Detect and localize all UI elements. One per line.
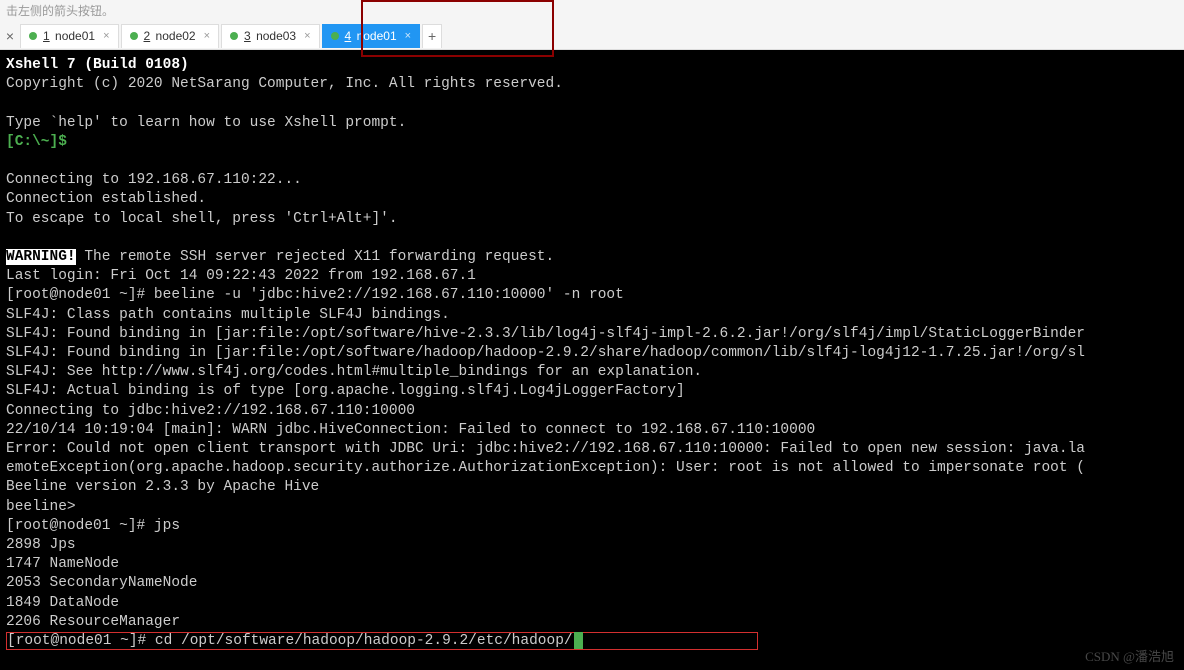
term-prompt: [C:\~]$: [6, 134, 76, 150]
close-tab-icon[interactable]: ×: [405, 30, 411, 42]
close-tab-icon[interactable]: ×: [204, 30, 210, 42]
hint-text: 击左侧的箭头按钮。: [0, 0, 1184, 22]
term-line: 2053 SecondaryNameNode: [6, 575, 197, 591]
term-line: SLF4J: See http://www.slf4j.org/codes.ht…: [6, 364, 702, 380]
term-line: Connecting to jdbc:hive2://192.168.67.11…: [6, 403, 415, 419]
term-line: 22/10/14 10:19:04 [main]: WARN jdbc.Hive…: [6, 422, 815, 438]
cursor-icon: [574, 632, 583, 649]
terminal-output[interactable]: Xshell 7 (Build 0108) Copyright (c) 2020…: [0, 50, 1184, 670]
status-dot-icon: [230, 32, 238, 40]
tab-label: node02: [156, 29, 196, 43]
tab-number: 3: [244, 29, 251, 43]
term-line: Copyright (c) 2020 NetSarang Computer, I…: [6, 76, 563, 92]
term-line: SLF4J: Class path contains multiple SLF4…: [6, 307, 450, 323]
tab-label: node01: [357, 29, 397, 43]
term-line: SLF4J: Found binding in [jar:file:/opt/s…: [6, 326, 1085, 342]
term-line: Error: Could not open client transport w…: [6, 441, 1085, 457]
term-line: Beeline version 2.3.3 by Apache Hive: [6, 479, 319, 495]
tab-3-node03[interactable]: 3 node03 ×: [221, 24, 320, 48]
term-warning: WARNING!: [6, 249, 76, 265]
term-line: 2898 Jps: [6, 537, 76, 553]
term-line: The remote SSH server rejected X11 forwa…: [76, 249, 555, 265]
tab-bar: × 1 node01 × 2 node02 × 3 node03 × 4 nod…: [0, 22, 1184, 50]
status-dot-icon: [331, 32, 339, 40]
tab-label: node03: [256, 29, 296, 43]
term-highlighted-command: [root@node01 ~]# cd /opt/software/hadoop…: [6, 632, 758, 650]
term-line: Xshell 7 (Build 0108): [6, 57, 189, 73]
status-dot-icon: [130, 32, 138, 40]
term-line: beeline>: [6, 499, 84, 515]
add-tab-button[interactable]: +: [422, 24, 442, 48]
watermark: CSDN @潘浩旭: [1085, 647, 1174, 666]
term-line: [root@node01 ~]# jps: [6, 518, 180, 534]
term-line: 1849 DataNode: [6, 595, 119, 611]
term-line: SLF4J: Found binding in [jar:file:/opt/s…: [6, 345, 1085, 361]
term-line: Connecting to 192.168.67.110:22...: [6, 172, 302, 188]
term-line: Type `help' to learn how to use Xshell p…: [6, 115, 406, 131]
tab-number: 1: [43, 29, 50, 43]
term-line: SLF4J: Actual binding is of type [org.ap…: [6, 383, 685, 399]
term-line: 1747 NameNode: [6, 556, 119, 572]
close-tab-icon[interactable]: ×: [103, 30, 109, 42]
term-line: Connection established.: [6, 191, 206, 207]
term-line: To escape to local shell, press 'Ctrl+Al…: [6, 211, 398, 227]
close-tab-icon[interactable]: ×: [304, 30, 310, 42]
term-line: emoteException(org.apache.hadoop.securit…: [6, 460, 1085, 476]
term-line: 2206 ResourceManager: [6, 614, 180, 630]
term-line: [root@node01 ~]# beeline -u 'jdbc:hive2:…: [6, 287, 624, 303]
tab-number: 4: [345, 29, 352, 43]
status-dot-icon: [29, 32, 37, 40]
tab-label: node01: [55, 29, 95, 43]
tab-number: 2: [144, 29, 151, 43]
term-line: Last login: Fri Oct 14 09:22:43 2022 fro…: [6, 268, 476, 284]
tab-2-node02[interactable]: 2 node02 ×: [121, 24, 220, 48]
close-all-tabs[interactable]: ×: [0, 28, 20, 44]
tab-1-node01[interactable]: 1 node01 ×: [20, 24, 119, 48]
tab-4-node01-active[interactable]: 4 node01 ×: [322, 24, 421, 48]
